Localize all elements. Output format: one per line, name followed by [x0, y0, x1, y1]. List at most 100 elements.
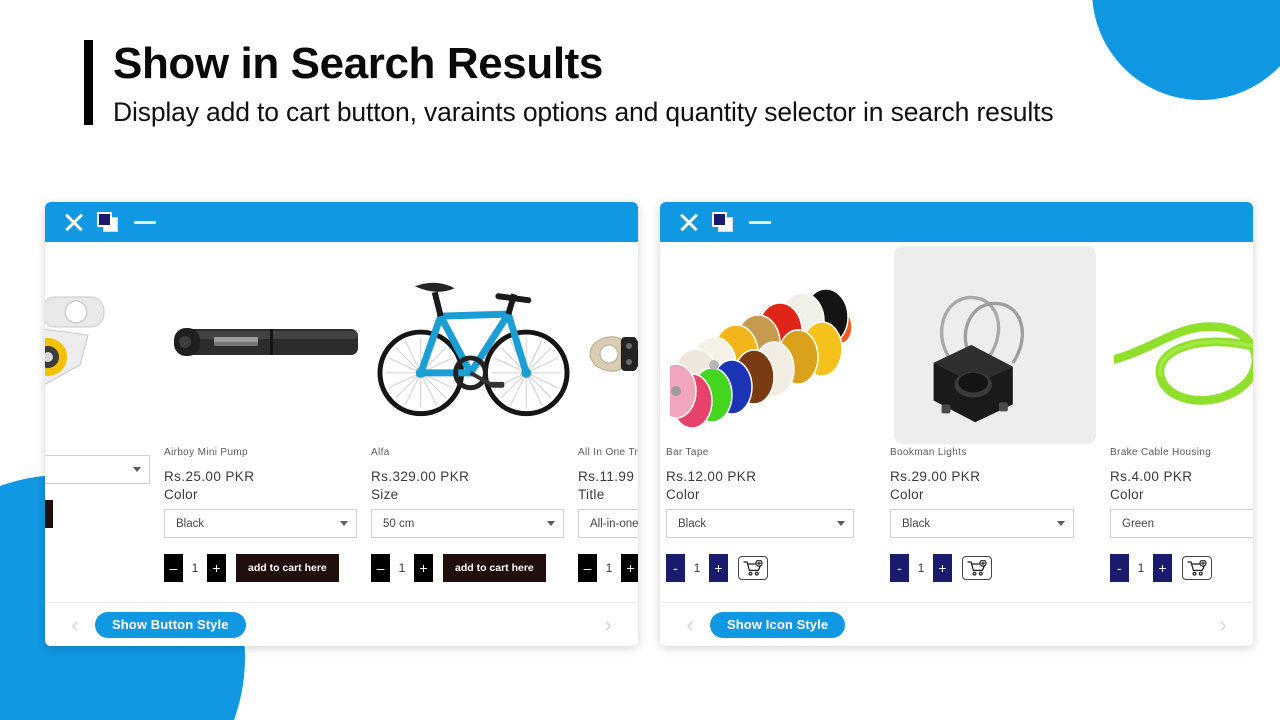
minimize-icon[interactable]: [134, 220, 156, 224]
product-option-label: Title: [578, 487, 605, 502]
variant-select-value: Green: [1122, 517, 1154, 530]
variant-select[interactable]: Black: [164, 509, 357, 538]
variant-select[interactable]: [45, 455, 150, 484]
product-price: Rs.29.00 PKR: [890, 469, 981, 484]
product-option-label: Color: [164, 487, 198, 502]
variant-select[interactable]: All-in-one Track: [578, 509, 638, 538]
quantity-stepper[interactable]: - 1 +: [666, 554, 728, 582]
quantity-stepper[interactable]: - 1 +: [1110, 554, 1172, 582]
quantity-decrease-button[interactable]: –: [371, 554, 390, 582]
quantity-increase-button[interactable]: +: [207, 554, 226, 582]
product-strip: – +: [45, 242, 638, 602]
add-to-cart-icon-button[interactable]: [738, 556, 768, 580]
product-option-label: Size: [371, 487, 399, 502]
product-option-label: Color: [1110, 487, 1144, 502]
product-option-label: Color: [890, 487, 924, 502]
search-results-viewport: Bar Tape Rs.12.00 PKR Color Black - 1 +: [660, 242, 1253, 602]
variant-select-value: All-in-one Track: [590, 517, 638, 530]
chevron-down-icon: [547, 521, 555, 526]
quantity-stepper[interactable]: – 1 +: [578, 554, 638, 582]
product-name: Bar Tape: [666, 447, 709, 458]
quantity-value[interactable]: 1: [1129, 554, 1153, 582]
product-card[interactable]: – +: [45, 242, 164, 602]
cart-add-icon: [967, 560, 987, 576]
style-label-badge[interactable]: Show Icon Style: [710, 611, 846, 638]
card-titlebar: [660, 202, 1253, 242]
product-card[interactable]: All In One Track Rs.11.99 PKR Title All-…: [578, 242, 638, 602]
variant-select[interactable]: Black: [890, 509, 1074, 538]
quantity-decrease-button[interactable]: -: [1110, 554, 1129, 582]
product-card[interactable]: Brake Cable Housing Rs.4.00 PKR Color Gr…: [1100, 242, 1253, 602]
restore-icon[interactable]: [712, 212, 733, 232]
quantity-value[interactable]: 1: [685, 554, 709, 582]
heading-accent-bar: [84, 40, 93, 125]
variant-select-value: Black: [176, 517, 205, 530]
quantity-value[interactable]: 1: [390, 554, 414, 582]
quantity-stepper[interactable]: – 1 +: [164, 554, 226, 582]
product-price: Rs.329.00 PKR: [371, 469, 470, 484]
product-image-bookman-lights: [890, 242, 1100, 445]
quantity-increase-button[interactable]: +: [933, 554, 952, 582]
add-to-cart-icon-button[interactable]: [1182, 556, 1212, 580]
product-image-track-tool: [578, 242, 638, 442]
chevron-down-icon: [1057, 521, 1065, 526]
quantity-stepper[interactable]: – 1 +: [371, 554, 433, 582]
product-card[interactable]: Bar Tape Rs.12.00 PKR Color Black - 1 +: [660, 242, 880, 602]
quantity-decrease-button[interactable]: –: [164, 554, 183, 582]
add-to-cart-icon-button[interactable]: [962, 556, 992, 580]
quantity-value[interactable]: 1: [909, 554, 933, 582]
next-arrow-icon[interactable]: ›: [1211, 613, 1235, 636]
slide-canvas: Show in Search Results Display add to ca…: [0, 0, 1280, 720]
product-price: Rs.12.00 PKR: [666, 469, 757, 484]
card-bottom-bar: ‹ Show Button Style ›: [45, 602, 638, 646]
style-label-badge[interactable]: Show Button Style: [95, 611, 246, 638]
product-option-label: Color: [666, 487, 700, 502]
add-to-cart-button[interactable]: add to cart here: [236, 554, 339, 582]
product-card[interactable]: Alfa Rs.329.00 PKR Size 50 cm – 1 + add …: [371, 242, 578, 602]
product-image-brake-cable: [1110, 242, 1253, 442]
variant-select[interactable]: 50 cm: [371, 509, 564, 538]
prev-arrow-icon[interactable]: ‹: [63, 613, 87, 636]
quantity-decrease-button[interactable]: -: [666, 554, 685, 582]
close-icon[interactable]: [678, 211, 700, 233]
quantity-value[interactable]: 1: [597, 554, 621, 582]
quantity-increase-button[interactable]: +: [709, 554, 728, 582]
next-arrow-icon[interactable]: ›: [596, 613, 620, 636]
quantity-stepper[interactable]: - 1 +: [890, 554, 952, 582]
prev-arrow-icon[interactable]: ‹: [678, 613, 702, 636]
variant-select[interactable]: Green: [1110, 509, 1253, 538]
restore-icon[interactable]: [97, 212, 118, 232]
cart-add-icon: [743, 560, 763, 576]
quantity-decrease-button[interactable]: -: [890, 554, 909, 582]
card-titlebar: [45, 202, 638, 242]
quantity-value[interactable]: 1: [183, 554, 207, 582]
product-price: Rs.4.00 PKR: [1110, 469, 1193, 484]
product-image-bicycle: [371, 242, 578, 442]
quantity-increase-button[interactable]: +: [414, 554, 433, 582]
product-image-bar-tape: [666, 242, 880, 442]
page-title: Show in Search Results: [113, 39, 604, 88]
add-to-cart-button[interactable]: add to cart here: [443, 554, 546, 582]
quantity-increase-button[interactable]: +: [621, 554, 638, 582]
product-name: Airboy Mini Pump: [164, 447, 248, 458]
product-card[interactable]: Airboy Mini Pump Rs.25.00 PKR Color Blac…: [164, 242, 371, 602]
browser-card-icon-style: Bar Tape Rs.12.00 PKR Color Black - 1 +: [660, 202, 1253, 646]
variant-select[interactable]: Black: [666, 509, 854, 538]
add-to-cart-button[interactable]: [45, 500, 53, 528]
variant-select-value: Black: [678, 517, 707, 530]
product-price: Rs.11.99 PKR: [578, 469, 638, 484]
chevron-down-icon: [133, 467, 141, 472]
quantity-increase-button[interactable]: +: [1153, 554, 1172, 582]
product-name: Brake Cable Housing: [1110, 447, 1212, 458]
variant-select-value: 50 cm: [383, 517, 415, 530]
minimize-icon[interactable]: [749, 220, 771, 224]
product-image-mini-pump: [164, 242, 371, 442]
variant-select-value: Black: [902, 517, 931, 530]
quantity-decrease-button[interactable]: –: [578, 554, 597, 582]
product-card[interactable]: Bookman Lights Rs.29.00 PKR Color Black …: [880, 242, 1100, 602]
product-name: Alfa: [371, 447, 390, 458]
page-subtitle: Display add to cart button, varaints opt…: [113, 96, 1054, 127]
close-icon[interactable]: [63, 211, 85, 233]
search-results-viewport: – +: [45, 242, 638, 602]
product-name: Bookman Lights: [890, 447, 967, 458]
